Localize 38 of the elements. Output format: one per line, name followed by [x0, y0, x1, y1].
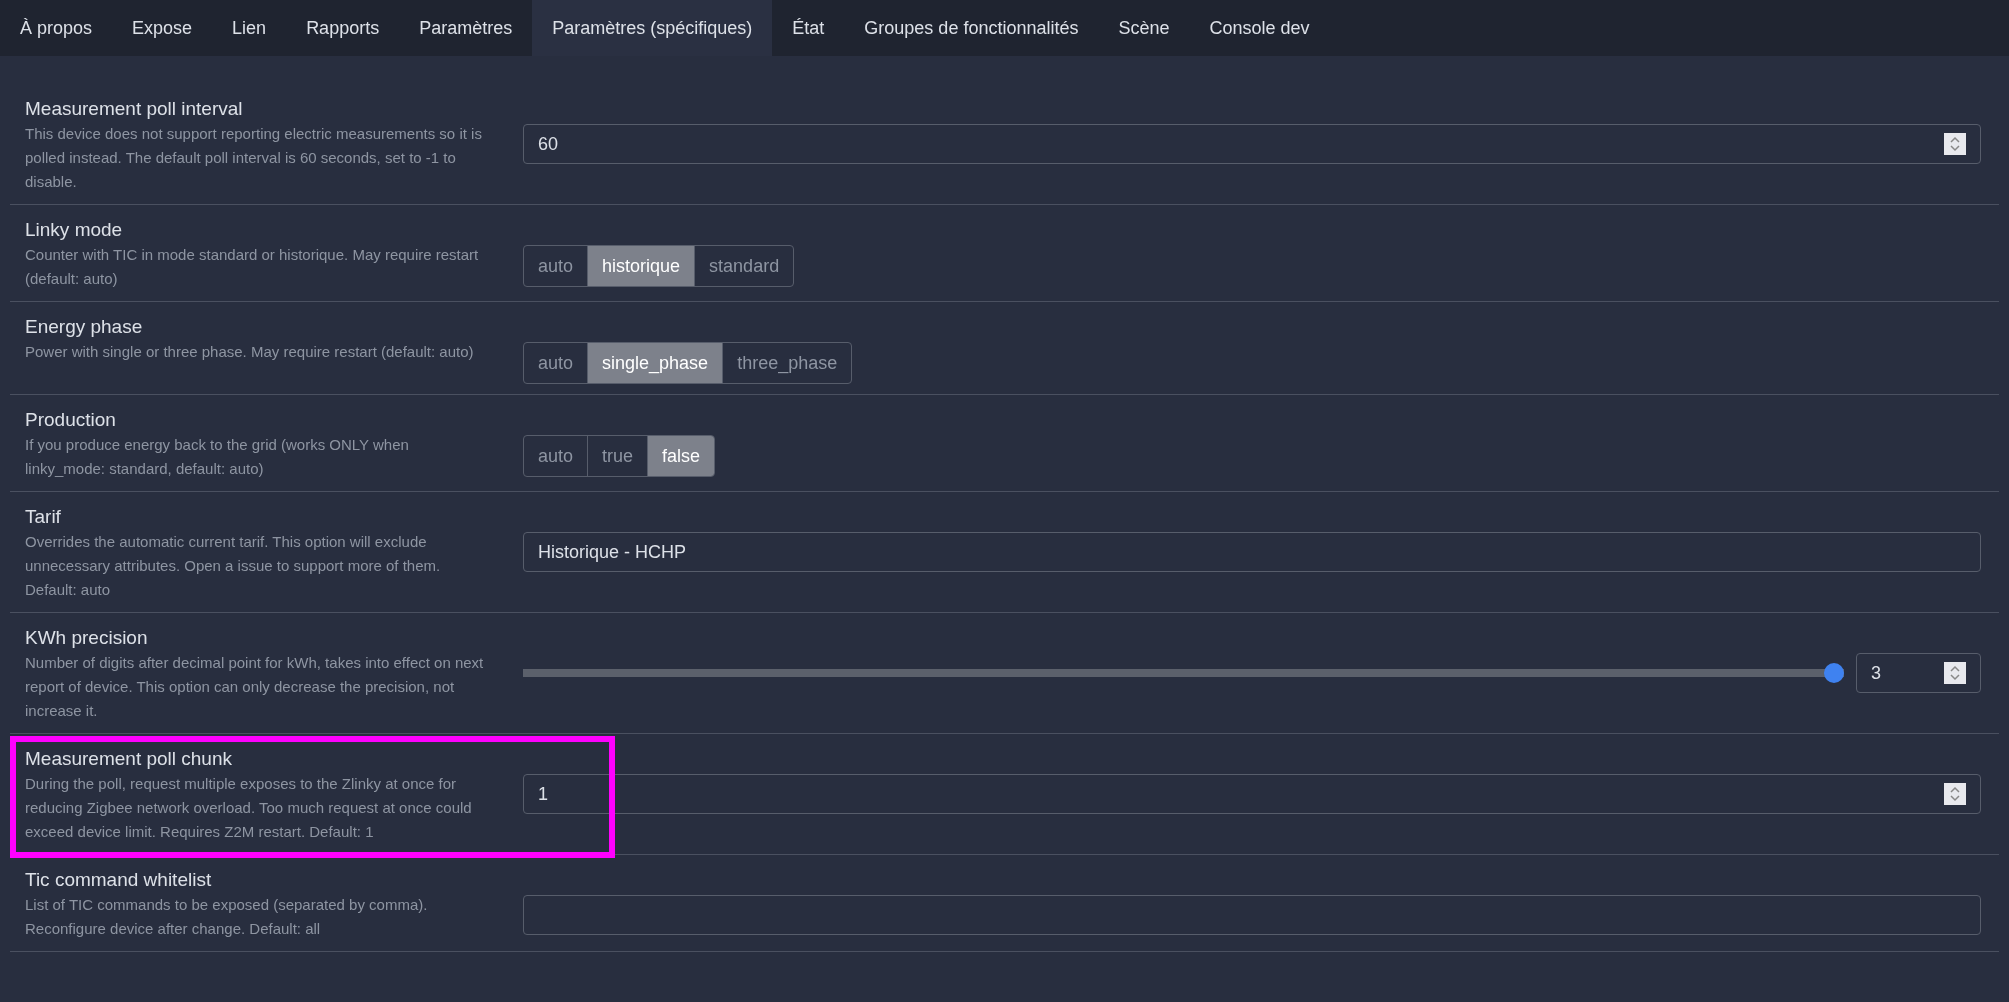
tab[interactable]: Paramètres [399, 0, 533, 56]
setting-description: Number of digits after decimal point for kWh, takes into effect on next report of device. This option can only decrease the precision, not increase it. [25, 653, 485, 721]
option-button[interactable]: auto [524, 246, 588, 286]
setting-title: Linky mode [25, 218, 124, 242]
option-button[interactable]: single_phase [587, 343, 723, 383]
tab[interactable]: Paramètres (spécifiques) [532, 0, 773, 56]
setting-description: During the poll, request multiple exposes to the Zlinky at once for reducing Zigbee network overload. Too much request at once could exceed device limit. Requires Z2M restart. Default: 1 [25, 774, 473, 842]
setting-title: Energy phase [25, 315, 144, 339]
setting-description: If you produce energy back to the grid (works ONLY when linky_mode: standard, default: auto) [25, 435, 410, 479]
setting-description: List of TIC commands to be exposed (separated by comma). Reconfigure device after change. Default: all [25, 895, 429, 939]
tab[interactable]: À propos [0, 0, 113, 56]
setting-title: Tic command whitelist [25, 868, 213, 892]
setting-title: Measurement poll chunk [25, 747, 233, 771]
tab[interactable]: Scène [1098, 0, 1190, 56]
tab[interactable]: État [772, 0, 845, 56]
setting-title: Measurement poll interval [25, 97, 244, 121]
setting-title: Production [25, 408, 117, 432]
setting-description: Counter with TIC in mode standard or historique. May require restart (default: auto) [25, 245, 480, 289]
option-button[interactable]: standard [694, 246, 794, 286]
text-field[interactable]: Historique - HCHP [523, 532, 1981, 572]
setting-description: Power with single or three phase. May require restart (default: auto) [25, 342, 475, 362]
option-button[interactable]: three_phase [722, 343, 852, 383]
number-field[interactable]: 1 [523, 774, 1981, 814]
option-button[interactable]: historique [587, 246, 695, 286]
tab[interactable]: Groupes de fonctionnalités [844, 0, 1099, 56]
tab[interactable]: Console dev [1189, 0, 1330, 56]
number-field[interactable]: 60 [523, 124, 1981, 164]
option-button[interactable]: false [647, 436, 715, 476]
setting-description: Overrides the automatic current tarif. This option will exclude unnecessary attributes. Open a issue to support more of them. Default: auto [25, 532, 442, 600]
option-button[interactable]: auto [524, 436, 588, 476]
option-button[interactable]: auto [524, 343, 588, 383]
number-field[interactable]: 3 [1856, 653, 1981, 693]
setting-title: KWh precision [25, 626, 149, 650]
tab[interactable]: Rapports [286, 0, 400, 56]
setting-title: Tarif [25, 505, 62, 529]
tab[interactable]: Lien [212, 0, 287, 56]
tab[interactable]: Expose [112, 0, 213, 56]
setting-description: This device does not support reporting electric measurements so it is polled instead. The default poll interval is 60 seconds, set to -1 to disable. [25, 124, 483, 192]
